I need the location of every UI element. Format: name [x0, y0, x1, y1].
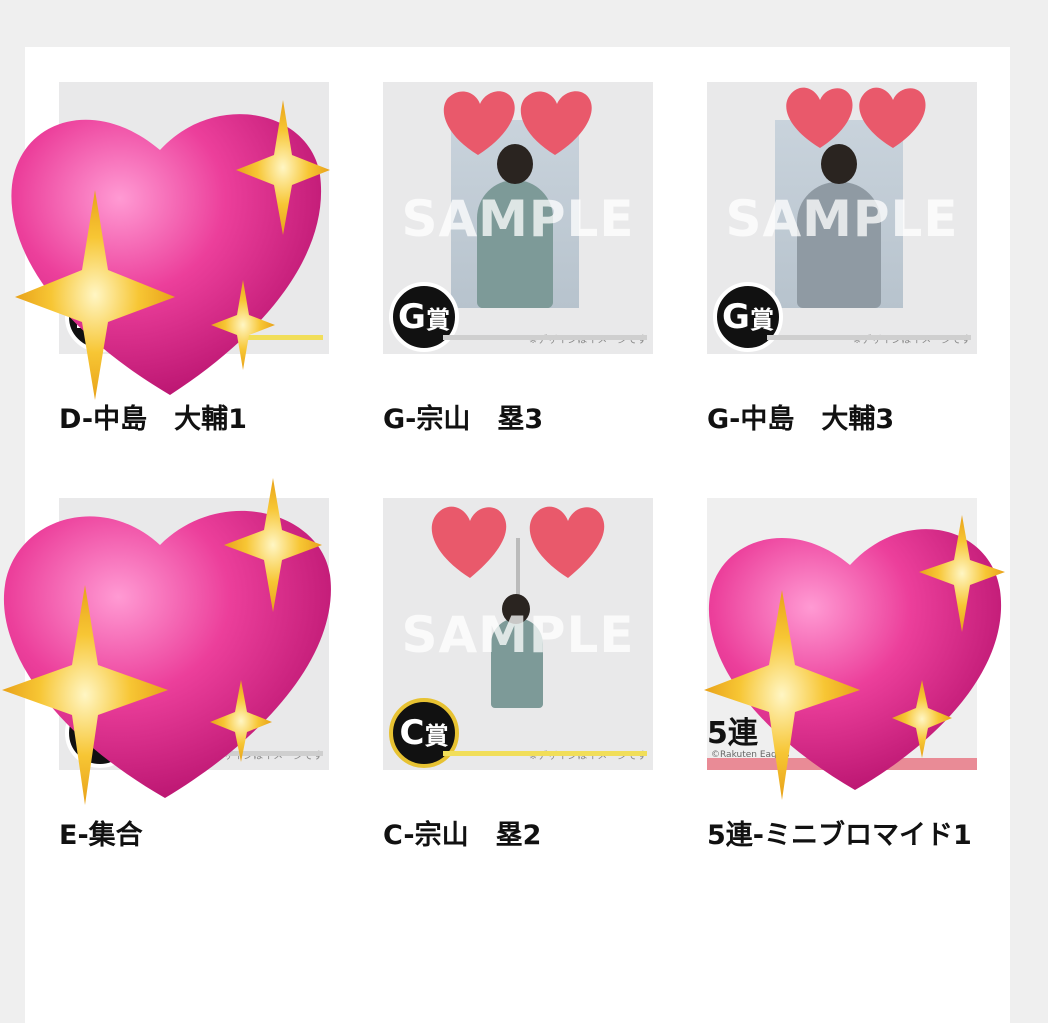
- person-head: [821, 144, 857, 184]
- product-caption[interactable]: D-中島 大輔1: [59, 397, 359, 443]
- badge-strip: [767, 335, 971, 340]
- product-caption[interactable]: C-宗山 塁2: [383, 813, 683, 859]
- badge-strip: [443, 751, 647, 756]
- sample-watermark: SAMPLE: [401, 606, 635, 664]
- product-caption[interactable]: 5連-ミニブロマイド1: [707, 813, 977, 859]
- badge-strip: [443, 335, 647, 340]
- prize-badge: G賞: [713, 282, 783, 352]
- sample-watermark: SAMPLE: [725, 190, 959, 248]
- product-thumbnail[interactable]: 5連 ©Rakuten Eagles: [707, 498, 977, 770]
- badge-strip: [119, 335, 323, 340]
- prize-badge: D賞: [65, 282, 135, 352]
- product-thumbnail[interactable]: D賞: [59, 82, 329, 354]
- person-head: [497, 144, 533, 184]
- keychain-ring: [516, 538, 520, 598]
- product-caption[interactable]: G-中島 大輔3: [707, 397, 1007, 443]
- prize-badge: E賞: [65, 698, 135, 768]
- sample-watermark: SAMPLE: [401, 190, 635, 248]
- set-label: 5連: [707, 716, 758, 751]
- prize-badge: C賞: [389, 698, 459, 768]
- pink-strip: [707, 758, 977, 770]
- product-thumbnail[interactable]: SAMPLE ※デザインはイメージです C賞: [383, 498, 653, 770]
- product-caption[interactable]: G-宗山 塁3: [383, 397, 683, 443]
- prize-badge: G賞: [389, 282, 459, 352]
- badge-strip: [119, 751, 323, 756]
- product-caption[interactable]: E-集合: [59, 813, 359, 859]
- product-thumbnail[interactable]: SAMPLE ※デザインはイメージです G賞: [707, 82, 977, 354]
- product-thumbnail[interactable]: SAMPLE ※デザインはイメージです G賞: [383, 82, 653, 354]
- product-thumbnail[interactable]: ザインはイメージです E賞: [59, 498, 329, 770]
